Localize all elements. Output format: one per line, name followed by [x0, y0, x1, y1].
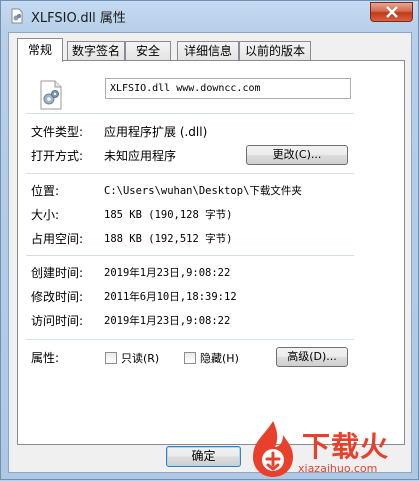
change-button[interactable]: 更改(C)...: [246, 145, 348, 165]
close-button[interactable]: [370, 2, 413, 22]
tab-security[interactable]: 安全: [125, 41, 171, 61]
close-icon: [386, 6, 398, 18]
open-with-label: 打开方式:: [31, 149, 84, 163]
created-value: 2019年1月23日,9:08:22: [104, 267, 231, 279]
dialog-client: 常规 数字签名 安全 详细信息 以前的版本 XLFSIO.dll www.dow…: [8, 32, 412, 473]
file-type-label: 文件类型:: [31, 125, 84, 139]
accessed-value: 2019年1月23日,9:08:22: [104, 315, 231, 327]
watermark-url: xiazaihuo.com: [298, 462, 378, 475]
size-on-disk-value: 188 KB (192,512 字节): [104, 233, 233, 245]
properties-window: XLFSIO.dll 属性 常规 数字签名 安全 详细信息 以前的版本 XLFS: [0, 0, 419, 480]
tab-digital-signatures-label: 数字签名: [71, 44, 120, 58]
size-label: 大小:: [31, 208, 60, 222]
filename-field[interactable]: XLFSIO.dll www.downcc.com: [105, 78, 351, 99]
size-value: 185 KB (190,128 字节): [104, 209, 233, 221]
separator: [26, 255, 354, 256]
watermark-brand: 下载火: [302, 430, 390, 463]
watermark-logo: 下载火 xiazaihuo.com: [245, 419, 419, 481]
dll-file-icon: [11, 8, 23, 24]
created-label: 创建时间:: [31, 266, 84, 280]
tab-general[interactable]: 常规: [17, 38, 63, 62]
hidden-label[interactable]: 隐藏(H): [200, 350, 239, 366]
file-type-value: 应用程序扩展 (.dll): [104, 125, 208, 139]
accessed-label: 访问时间:: [31, 314, 84, 328]
location-label: 位置:: [31, 184, 60, 198]
tab-general-label: 常规: [27, 43, 52, 57]
advanced-button[interactable]: 高级(D)...: [276, 347, 348, 367]
open-with-value: 未知应用程序: [104, 149, 177, 163]
readonly-label[interactable]: 只读(R): [121, 350, 159, 366]
tab-previous-versions-label: 以前的版本: [244, 44, 305, 58]
hidden-checkbox[interactable]: [184, 352, 196, 364]
modified-value: 2011年6月10日,18:39:12: [104, 291, 237, 303]
modified-label: 修改时间:: [31, 290, 84, 304]
ok-button[interactable]: 确定: [166, 446, 241, 467]
title-bar[interactable]: XLFSIO.dll 属性: [1, 1, 418, 31]
tab-security-label: 安全: [135, 44, 160, 58]
attributes-label: 属性:: [31, 351, 60, 365]
general-panel: XLFSIO.dll www.downcc.com 文件类型: 应用程序扩展 (…: [17, 60, 405, 445]
size-on-disk-label: 占用空间:: [31, 232, 84, 246]
tab-previous-versions[interactable]: 以前的版本: [239, 41, 311, 61]
location-value: C:\Users\wuhan\Desktop\下载文件夹: [104, 185, 302, 197]
separator: [26, 113, 354, 114]
tab-details[interactable]: 详细信息: [177, 41, 239, 61]
separator: [26, 173, 354, 174]
file-type-icon: [40, 80, 62, 110]
readonly-checkbox[interactable]: [105, 352, 117, 364]
window-title: XLFSIO.dll 属性: [31, 11, 126, 26]
separator: [26, 339, 354, 340]
tab-details-label: 详细信息: [183, 44, 232, 58]
tab-digital-signatures[interactable]: 数字签名: [67, 41, 125, 61]
flame-logo-icon: [253, 421, 293, 477]
